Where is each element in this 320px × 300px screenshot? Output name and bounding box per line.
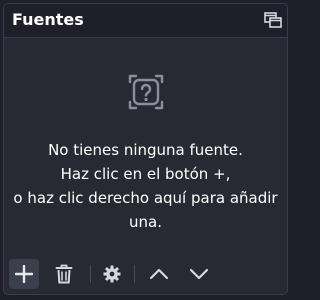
source-properties-button[interactable] bbox=[97, 259, 127, 289]
dock-titlebar[interactable]: Fuentes bbox=[4, 4, 287, 38]
dock-title: Fuentes bbox=[12, 10, 84, 29]
remove-source-button[interactable] bbox=[49, 259, 79, 289]
toolbar-separator bbox=[134, 265, 135, 283]
undock-icon bbox=[264, 12, 282, 28]
sources-list[interactable]: No tienes ninguna fuente. Haz clic en el… bbox=[4, 38, 287, 254]
gear-icon bbox=[103, 265, 121, 283]
unknown-source-icon bbox=[128, 74, 163, 110]
empty-line-1: No tienes ninguna fuente. bbox=[48, 141, 243, 159]
sources-dock: Fuentes No tienes ninguna fuente. Haz cl… bbox=[3, 3, 288, 295]
empty-line-3: o haz clic derecho aquí para añadir bbox=[13, 189, 278, 207]
move-source-up-button[interactable] bbox=[144, 259, 174, 289]
plus-icon bbox=[15, 265, 33, 283]
toolbar-separator bbox=[90, 265, 91, 283]
sources-toolbar bbox=[4, 254, 287, 294]
empty-line-2: Haz clic en el botón +, bbox=[60, 165, 231, 183]
undock-button[interactable] bbox=[262, 9, 284, 31]
add-source-button[interactable] bbox=[9, 259, 39, 289]
move-source-down-button[interactable] bbox=[184, 259, 214, 289]
trash-icon bbox=[55, 264, 73, 284]
chevron-down-icon bbox=[189, 268, 209, 280]
chevron-up-icon bbox=[149, 268, 169, 280]
empty-state-message: No tienes ninguna fuente. Haz clic en el… bbox=[4, 138, 287, 234]
empty-line-4: una. bbox=[129, 213, 162, 231]
